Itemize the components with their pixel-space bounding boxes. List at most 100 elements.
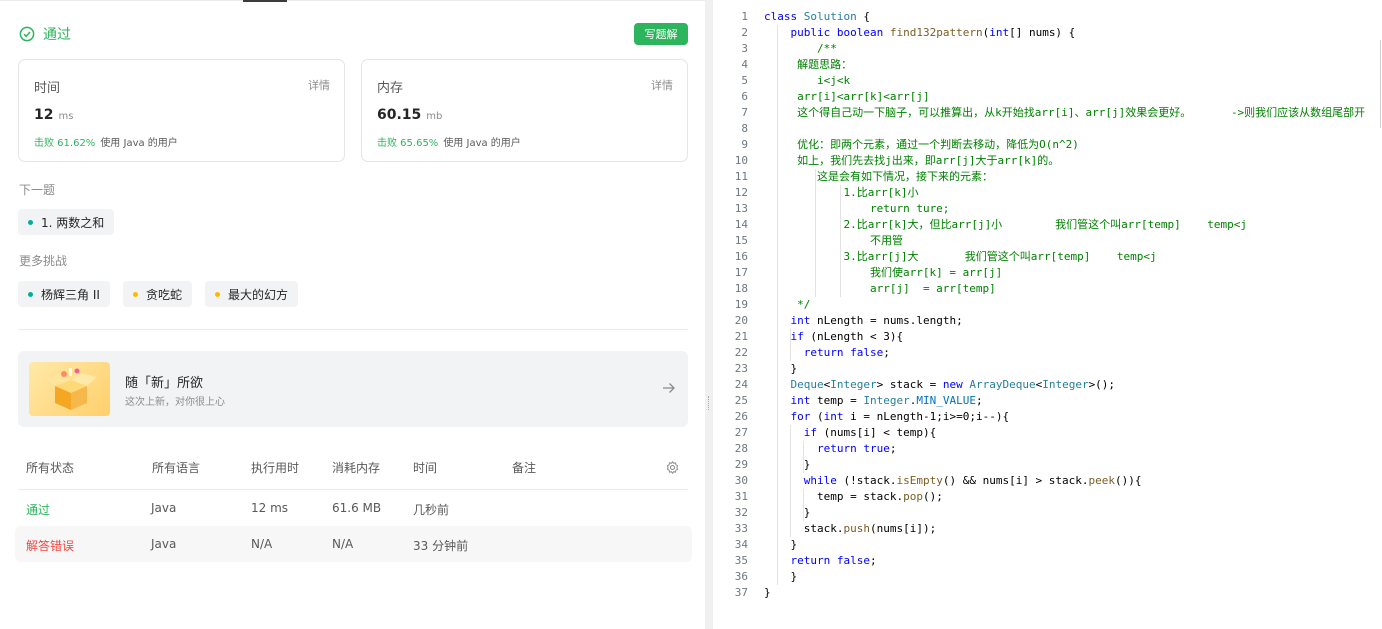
code-line[interactable]: 17 我们使arr[k] = arr[j] <box>713 265 1382 281</box>
code-line[interactable]: 35 return false; <box>713 553 1382 569</box>
difficulty-dot-icon <box>28 291 33 297</box>
memory-detail-link[interactable]: 详情 <box>651 77 673 93</box>
code-text: arr[j] = arr[temp] <box>764 282 996 295</box>
table-row[interactable]: 通过 Java 12 ms 61.6 MB 几秒前 <box>15 490 692 526</box>
code-line[interactable]: 31 temp = stack.pop(); <box>713 489 1382 505</box>
challenge-chip[interactable]: 最大的幻方 <box>205 281 299 307</box>
runtime-label: 时间 <box>34 81 61 96</box>
line-number: 17 <box>734 266 748 279</box>
code-text: int nLength = nums.length; <box>790 314 963 327</box>
code-line[interactable]: 15 不用管 <box>713 233 1382 249</box>
code-text: 优化：即两个元素，通过一个判断去移动，降低为O(n^2) <box>764 138 1079 151</box>
indent-guide <box>790 425 791 537</box>
gift-box-illustration <box>29 362 110 416</box>
code-line[interactable]: 1 class Solution { <box>713 9 1382 25</box>
runtime-card: 时间 详情 12 ms 击败 61.62% 使用 Java 的用户 <box>18 59 345 162</box>
promo-banner[interactable]: 随「新」所欲 这次上新，对你很上心 <box>18 351 688 427</box>
code-text: 如上，我们先去找j出来，即arr[j]大于arr[k]的。 <box>764 154 1060 167</box>
code-line[interactable]: 27 if (nums[i] < temp){ <box>713 425 1382 441</box>
code-line[interactable]: 30 while (!stack.isEmpty() && nums[i] > … <box>713 473 1382 489</box>
code-line[interactable]: 32 } <box>713 505 1382 521</box>
indent-guide <box>803 489 804 521</box>
gift-box-icon <box>45 368 97 410</box>
check-circle-icon <box>19 26 35 42</box>
code-text: arr[i]<arr[k]<arr[j] <box>764 90 930 103</box>
line-number: 11 <box>734 170 748 183</box>
submission-status[interactable]: 解答错误 <box>26 537 74 554</box>
arrow-right-icon <box>663 383 675 393</box>
code-line[interactable]: 37} <box>713 585 1382 601</box>
submission-status[interactable]: 通过 <box>26 501 50 518</box>
code-line[interactable]: 19 */ <box>713 297 1382 313</box>
code-line[interactable]: 14 2.比arr[k]大，但比arr[j]小 我们管这个叫arr[temp] … <box>713 217 1382 233</box>
code-line[interactable]: 11 这是会有如下情况，接下来的元素： <box>713 169 1382 185</box>
runtime-detail-link[interactable]: 详情 <box>308 77 330 93</box>
code-line[interactable]: 16 3.比arr[j]大 我们管这个叫arr[temp] temp<j <box>713 249 1382 265</box>
code-line[interactable]: 20 int nLength = nums.length; <box>713 313 1382 329</box>
chevron-down-icon: ⌄ <box>156 459 164 469</box>
top-border <box>0 0 705 1</box>
code-text: return ture; <box>764 202 950 215</box>
line-number: 24 <box>734 378 748 391</box>
code-line[interactable]: 34 } <box>713 537 1382 553</box>
code-line[interactable]: 22 return false; <box>713 345 1382 361</box>
code-line[interactable]: 29 } <box>713 457 1382 473</box>
line-number: 18 <box>734 282 748 295</box>
line-number: 2 <box>741 26 748 39</box>
next-problem-chip[interactable]: 1. 两数之和 <box>18 209 115 235</box>
code-text: for (int i = nLength-1;i>=0;i--){ <box>790 410 1010 423</box>
line-number: 1 <box>741 10 748 23</box>
code-line[interactable]: 18 arr[j] = arr[temp] <box>713 281 1382 297</box>
code-text: } <box>764 586 771 599</box>
challenge-chip[interactable]: 杨辉三角 II <box>18 281 110 307</box>
submission-language: Java <box>151 501 177 515</box>
line-number: 30 <box>734 474 748 487</box>
code-line[interactable]: 33 stack.push(nums[i]); <box>713 521 1382 537</box>
code-line[interactable]: 24 Deque<Integer> stack = new ArrayDeque… <box>713 377 1382 393</box>
line-number: 29 <box>734 458 748 471</box>
code-line[interactable]: 25 int temp = Integer.MIN_VALUE; <box>713 393 1382 409</box>
line-number: 28 <box>734 442 748 455</box>
code-line[interactable]: 26 for (int i = nLength-1;i>=0;i--){ <box>713 409 1382 425</box>
line-number: 22 <box>734 346 748 359</box>
panel-resize-handle[interactable] <box>705 0 713 629</box>
code-text: } <box>764 538 798 551</box>
code-text: } <box>764 362 798 375</box>
runtime-value: 12 <box>34 107 54 123</box>
challenge-chip[interactable]: 贪吃蛇 <box>123 281 193 307</box>
code-line[interactable]: 7 这个得自己动一下脑子，可以推算出，从k开始找arr[i]、arr[j]效果会… <box>713 105 1382 121</box>
code-line[interactable]: 28 return true; <box>713 441 1382 457</box>
gear-icon[interactable] <box>666 461 679 474</box>
indent-guide <box>777 25 778 585</box>
code-line[interactable]: 6 arr[i]<arr[k]<arr[j] <box>713 89 1382 105</box>
code-text: Deque<Integer> stack = new ArrayDeque<In… <box>790 378 1116 391</box>
code-line[interactable]: 23 } <box>713 361 1382 377</box>
table-row[interactable]: 解答错误 Java N/A N/A 33 分钟前 <box>15 526 692 562</box>
banner-subtitle: 这次上新，对你很上心 <box>125 397 225 408</box>
code-line[interactable]: 5 i<j<k <box>713 73 1382 89</box>
code-line[interactable]: 2 public boolean find132pattern(int[] nu… <box>713 25 1382 41</box>
code-line[interactable]: 36 } <box>713 569 1382 585</box>
code-line[interactable]: 9 优化：即两个元素，通过一个判断去移动，降低为O(n^2) <box>713 137 1382 153</box>
line-number: 23 <box>734 362 748 375</box>
memory-value: 60.15 <box>377 107 422 123</box>
memory-value-block: 60.15 mb <box>377 107 442 123</box>
code-text: 1.比arr[k]小 <box>764 186 919 199</box>
code-line[interactable]: 10 如上，我们先去找j出来，即arr[j]大于arr[k]的。 <box>713 153 1382 169</box>
more-challenges-label: 更多挑战 <box>19 254 68 268</box>
line-number: 33 <box>734 522 748 535</box>
code-line[interactable]: 4 解题思路： <box>713 57 1382 73</box>
code-text: int temp = Integer.MIN_VALUE; <box>790 394 983 407</box>
code-line[interactable]: 13 return ture; <box>713 201 1382 217</box>
code-text: /** <box>764 42 837 55</box>
line-number: 34 <box>734 538 748 551</box>
code-line[interactable]: 3 /** <box>713 41 1382 57</box>
runtime-beat-percent: 击败 61.62% <box>34 138 96 149</box>
code-line[interactable]: 12 1.比arr[k]小 <box>713 185 1382 201</box>
write-solution-button[interactable]: 写题解 <box>634 23 688 45</box>
code-line[interactable]: 21 if (nLength < 3){ <box>713 329 1382 345</box>
line-number: 8 <box>741 122 748 135</box>
code-line[interactable]: 8 <box>713 121 1382 137</box>
submission-runtime: N/A <box>251 537 273 551</box>
code-editor[interactable]: 1 class Solution {2 public boolean find13… <box>713 0 1382 629</box>
